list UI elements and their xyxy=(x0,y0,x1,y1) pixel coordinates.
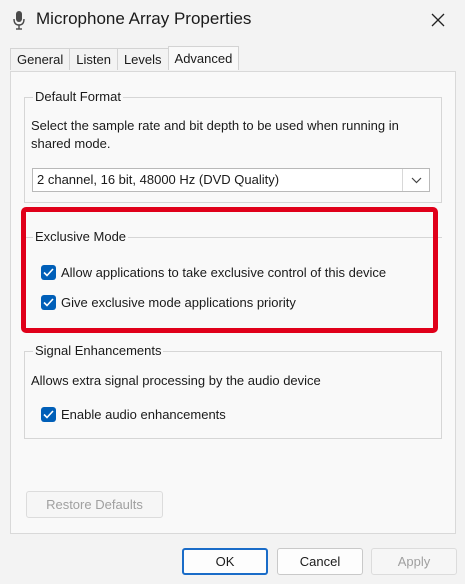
microphone-icon xyxy=(12,10,26,30)
close-icon xyxy=(431,10,445,33)
cancel-button[interactable]: Cancel xyxy=(277,548,363,575)
close-button[interactable] xyxy=(425,8,451,34)
tab-general[interactable]: General xyxy=(10,48,71,70)
signal-enhancements-description: Allows extra signal processing by the au… xyxy=(31,373,321,388)
ok-button[interactable]: OK xyxy=(182,548,268,575)
title-bar: Microphone Array Properties xyxy=(0,0,465,40)
default-format-value: 2 channel, 16 bit, 48000 Hz (DVD Quality… xyxy=(37,172,280,187)
checkbox-checked-icon[interactable] xyxy=(41,407,56,422)
default-format-select[interactable]: 2 channel, 16 bit, 48000 Hz (DVD Quality… xyxy=(32,168,430,192)
default-format-description: Select the sample rate and bit depth to … xyxy=(31,118,399,151)
default-format-group: Default Format Select the sample rate an… xyxy=(24,89,442,203)
tab-listen[interactable]: Listen xyxy=(69,48,118,70)
signal-enhancements-title: Signal Enhancements xyxy=(33,343,164,358)
restore-defaults-button[interactable]: Restore Defaults xyxy=(26,491,163,518)
highlight-rectangle xyxy=(21,207,438,333)
default-format-title: Default Format xyxy=(33,89,123,104)
audio-enhancements-label: Enable audio enhancements xyxy=(61,407,226,422)
signal-enhancements-group: Signal Enhancements Allows extra signal … xyxy=(24,343,442,439)
tab-bar: General Listen Levels Advanced xyxy=(10,46,240,72)
apply-button[interactable]: Apply xyxy=(371,548,457,575)
chevron-down-icon xyxy=(402,169,429,191)
audio-enhancements-option[interactable]: Enable audio enhancements xyxy=(41,407,226,422)
tab-advanced[interactable]: Advanced xyxy=(167,46,240,70)
tab-levels[interactable]: Levels xyxy=(116,48,169,70)
window-title: Microphone Array Properties xyxy=(36,9,252,28)
